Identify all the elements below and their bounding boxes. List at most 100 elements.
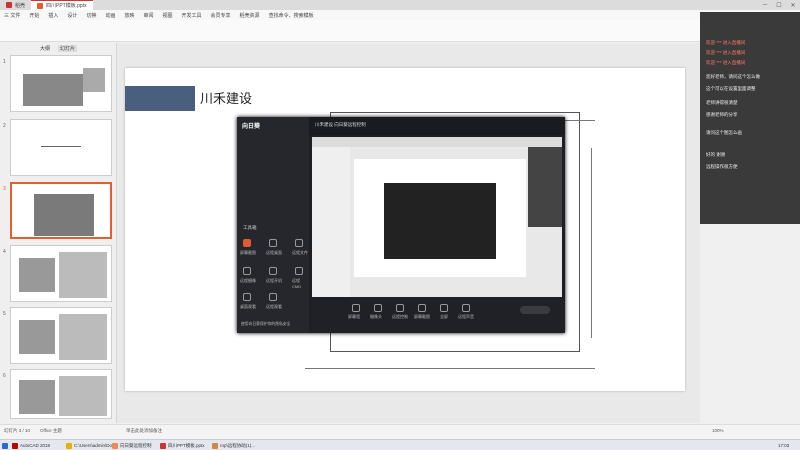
minimize-button[interactable]: ─: [758, 0, 772, 10]
menu-member[interactable]: 会员专享: [211, 12, 231, 19]
toolbar-label: 远程声音: [458, 314, 474, 319]
chat-text: 欢迎 *** 进入直播间: [706, 40, 746, 45]
folder-icon: [66, 442, 72, 449]
remote-control-window[interactable]: 向日葵 工具箱 屏幕截图 远程桌面 远程文件 远程摄像 远程开机 远程CMD 桌…: [237, 117, 565, 333]
menu-file[interactable]: 三 文件: [4, 12, 20, 19]
tool-label: 远程摄像: [240, 278, 256, 283]
tool-label: 远程观看: [266, 304, 282, 309]
menu-developer[interactable]: 开发工具: [182, 12, 202, 19]
search-command[interactable]: 查找命令、搜索模板: [269, 12, 314, 19]
ribbon-toolbar: [0, 20, 800, 42]
menu-home[interactable]: 开始: [29, 12, 39, 19]
title-bar: 稻壳 四川PPT模板.pptx ─ ☐ ✕: [0, 0, 800, 10]
slide-thumbnail-4[interactable]: [10, 245, 112, 302]
slide-thumbnail-5[interactable]: [10, 307, 112, 364]
app-icon: [6, 2, 12, 8]
toolbar-label: 摄像头: [370, 314, 382, 319]
remote-control-icon[interactable]: [396, 304, 404, 312]
screen-wall-icon[interactable]: [352, 304, 360, 312]
slides-tab[interactable]: 幻灯片: [58, 45, 78, 52]
slide-counter: 幻灯片 3 / 10: [4, 428, 31, 433]
taskbar-label: 四川PPT模板.pptx: [168, 442, 205, 448]
chat-line: 这个可以在设置里面调整: [706, 86, 756, 91]
menu-transition[interactable]: 切换: [86, 12, 96, 19]
menu-animation[interactable]: 动画: [105, 12, 115, 19]
app-topbar: 川禾建设 向日葵远程控制: [309, 117, 565, 135]
chat-line: 欢迎 *** 进入直播间: [706, 40, 745, 46]
tool-label: 远程CMD: [292, 278, 302, 289]
watch-icon[interactable]: [269, 293, 277, 301]
live-chat-panel: 欢迎 *** 进入直播间 欢迎 *** 进入直播间 欢迎 *** 进入直播间 您…: [700, 12, 800, 224]
screenshot-icon[interactable]: [418, 304, 426, 312]
screenshot-icon[interactable]: [243, 239, 251, 247]
task-pane: [700, 224, 800, 423]
remote-title: 川禾建设 向日葵远程控制: [315, 122, 366, 127]
taskbar-item[interactable]: AutoCAD 2018: [12, 441, 50, 450]
os-taskbar: AutoCAD 2018 C:\Users\admin\Do... 向日葵远程控…: [0, 439, 800, 450]
chat-line: 远程操作很方便: [706, 164, 738, 169]
taskbar-item[interactable]: 四川PPT模板.pptx: [160, 441, 205, 450]
camera-icon[interactable]: [374, 304, 382, 312]
view-icon[interactable]: [243, 293, 251, 301]
app-logo: 向日葵: [242, 124, 261, 130]
tool-label: 远程开机: [266, 278, 282, 283]
close-button[interactable]: ✕: [786, 0, 800, 10]
menu-docer[interactable]: 稻壳资源: [240, 12, 260, 19]
chat-line: 请问这个图怎么画: [706, 130, 742, 135]
chat-line: 欢迎 *** 进入直播间: [706, 50, 745, 56]
slide-thumbnail-6[interactable]: [10, 369, 112, 419]
ppt-icon: [37, 2, 44, 9]
slide-thumbnail-2[interactable]: [10, 119, 112, 176]
taskbar-item[interactable]: C:\Users\admin\Do...: [66, 441, 116, 450]
zoom-level[interactable]: 100%: [712, 428, 724, 433]
slide-thumbnail-3[interactable]: [10, 182, 112, 239]
menu-view[interactable]: 视图: [163, 12, 173, 19]
dimension-line: [591, 148, 592, 338]
tab-label: 稻壳: [15, 2, 26, 9]
outline-tab[interactable]: 大纲: [40, 45, 50, 52]
status-bar: 幻灯片 3 / 10 Office 主题 单击此处添加备注 100%: [0, 424, 800, 439]
chat-line: 好的 谢谢: [706, 152, 726, 157]
tab-home[interactable]: 稻壳: [0, 0, 31, 10]
slide-thumbnail-panel: 大纲 幻灯片 1 2 3 4 5 6: [0, 43, 117, 423]
slide-number: 1: [3, 59, 6, 65]
remote-toolbar: 屏幕墙 摄像头 远程控制 屏幕截图 全屏 远程声音: [312, 299, 565, 333]
title-color-block: [125, 86, 195, 111]
clock: 17:03: [778, 443, 790, 448]
end-session-button[interactable]: [520, 306, 550, 314]
taskbar-item[interactable]: rop\远程协助(1)...: [212, 441, 255, 450]
cmd-icon[interactable]: [295, 267, 303, 275]
remote-file-icon[interactable]: [295, 239, 303, 247]
remote-desktop-icon[interactable]: [269, 239, 277, 247]
tab-document[interactable]: 四川PPT模板.pptx: [31, 0, 93, 10]
app-sidebar: 向日葵 工具箱 屏幕截图 远程桌面 远程文件 远程摄像 远程开机 远程CMD 桌…: [237, 117, 309, 333]
fullscreen-icon[interactable]: [440, 304, 448, 312]
wps-icon: [160, 442, 166, 449]
slide-number: 5: [3, 311, 6, 317]
taskbar-label: AutoCAD 2018: [20, 443, 51, 448]
chat-line: 欢迎 *** 进入直播间: [706, 60, 745, 66]
toolbar-label: 全屏: [440, 314, 448, 319]
start-button[interactable]: [2, 441, 10, 450]
remote-screen[interactable]: [312, 137, 562, 297]
notes-hint[interactable]: 单击此处添加备注: [126, 428, 162, 434]
sound-icon[interactable]: [462, 304, 470, 312]
camera-icon[interactable]: [243, 267, 251, 275]
menu-review[interactable]: 审阅: [143, 12, 153, 19]
taskbar-label: C:\Users\admin\Do...: [74, 443, 116, 448]
chat-text: 欢迎 *** 进入直播间: [706, 60, 746, 65]
slide-number: 2: [3, 123, 6, 129]
slide-title[interactable]: 川禾建设: [200, 88, 252, 107]
menu-slideshow[interactable]: 放映: [124, 12, 134, 19]
chat-line: 感谢老师的分享: [706, 112, 738, 117]
power-icon[interactable]: [269, 267, 277, 275]
slide-thumbnail-1[interactable]: [10, 55, 112, 112]
maximize-button[interactable]: ☐: [772, 0, 786, 10]
menu-insert[interactable]: 插入: [48, 12, 58, 19]
menu-design[interactable]: 设计: [67, 12, 77, 19]
taskbar-item[interactable]: 向日葵远程控制: [112, 441, 152, 450]
tab-label: 四川PPT模板.pptx: [46, 3, 87, 9]
toolbox-heading: 工具箱: [243, 225, 257, 230]
nested-remote-window: [384, 183, 496, 259]
footer-notice[interactable]: 使用向日葵保护你的隐私安全: [241, 322, 290, 327]
